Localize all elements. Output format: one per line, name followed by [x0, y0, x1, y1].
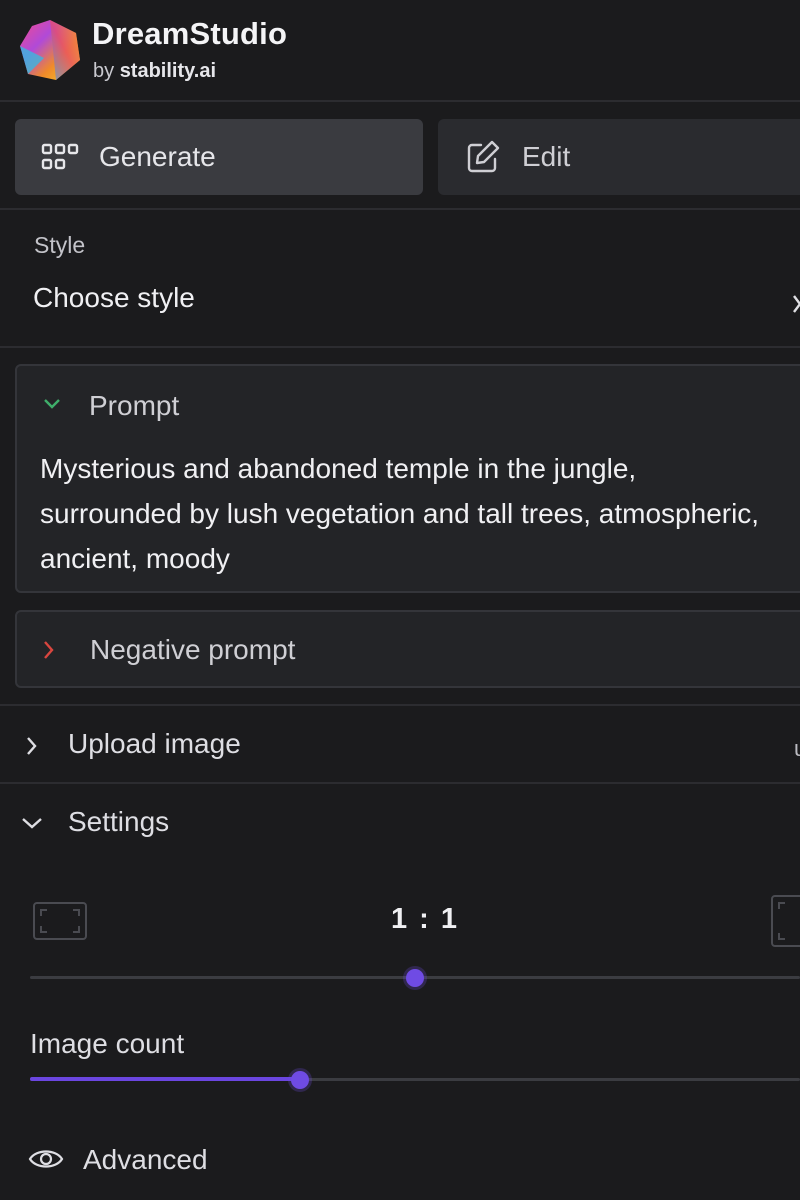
- brand-by-prefix: by: [93, 60, 115, 82]
- chevron-down-icon[interactable]: [41, 396, 63, 412]
- app-header: DreamStudio by stability.ai: [0, 0, 800, 102]
- chevron-right-icon: [793, 295, 800, 313]
- brand-byline: by stability.ai: [93, 60, 216, 83]
- dreamstudio-app: DreamStudio by stability.ai Generate Edi…: [0, 0, 800, 1200]
- image-count-slider-thumb[interactable]: [290, 1071, 309, 1089]
- upload-image-trailing: u: [794, 736, 800, 762]
- style-value: Choose style: [33, 282, 195, 313]
- grid-icon: [41, 138, 79, 176]
- prompt-panel: Prompt Mysterious and abandoned temple i…: [15, 364, 800, 593]
- chevron-down-icon: [22, 818, 42, 829]
- settings-label: Settings: [68, 806, 170, 837]
- image-count-slider-fill: [30, 1077, 300, 1081]
- dreamstudio-logo-icon[interactable]: [18, 18, 82, 82]
- image-count-label: Image count: [30, 1028, 185, 1059]
- chevron-right-icon: [44, 641, 54, 659]
- edit-pencil-icon: [464, 138, 502, 176]
- negative-prompt-panel[interactable]: Negative prompt: [15, 610, 800, 688]
- aspect-ratio-value: 1 : 1: [390, 903, 460, 935]
- tab-generate-label: Generate: [99, 141, 216, 172]
- advanced-label: Advanced: [83, 1144, 208, 1175]
- mode-tabs: Generate Edit: [0, 104, 800, 210]
- negative-prompt-title: Negative prompt: [90, 634, 296, 665]
- style-caption: Style: [34, 232, 86, 258]
- tab-generate[interactable]: Generate: [15, 119, 423, 195]
- aspect-landscape-icon[interactable]: [33, 902, 87, 940]
- brand-company: stability.ai: [119, 60, 217, 82]
- eye-icon: [28, 1150, 64, 1168]
- style-selector[interactable]: Style Choose style: [0, 212, 800, 348]
- prompt-title[interactable]: Prompt: [89, 390, 179, 422]
- settings-section-header[interactable]: Settings: [0, 784, 800, 864]
- advanced-toggle[interactable]: Advanced: [0, 1140, 800, 1190]
- brand-name: DreamStudio: [92, 16, 288, 51]
- aspect-portrait-icon[interactable]: [771, 895, 800, 947]
- chevron-right-icon: [27, 737, 37, 755]
- aspect-ratio-slider-thumb[interactable]: [406, 969, 424, 987]
- upload-image-label: Upload image: [68, 728, 241, 759]
- upload-image-section[interactable]: Upload image u: [0, 706, 800, 782]
- tab-edit-label: Edit: [522, 141, 571, 172]
- tab-edit[interactable]: Edit: [438, 119, 800, 195]
- prompt-textarea[interactable]: Mysterious and abandoned temple in the j…: [40, 446, 780, 581]
